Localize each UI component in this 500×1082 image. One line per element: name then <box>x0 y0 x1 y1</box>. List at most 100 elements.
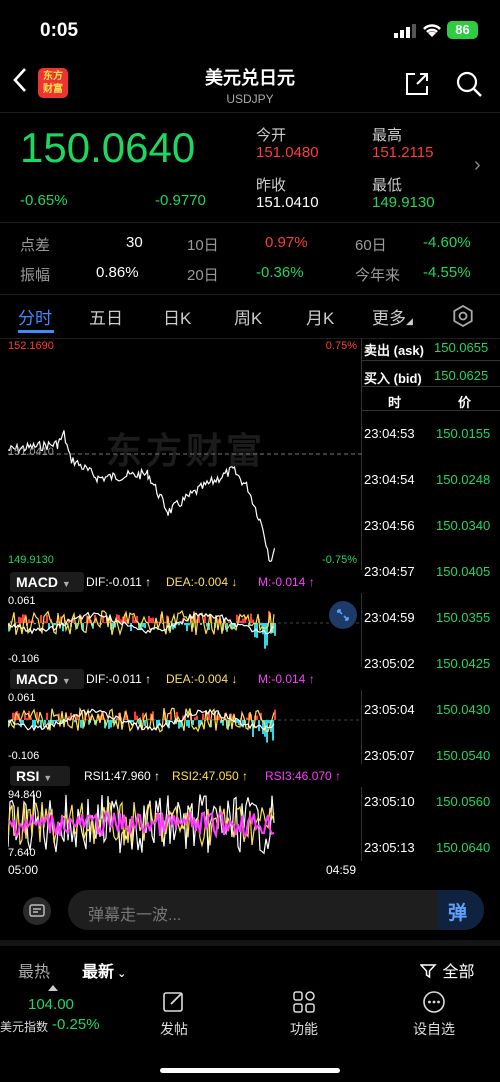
macd2-bottom: -0.106 <box>8 750 40 762</box>
spread-label: 点差 <box>20 237 51 254</box>
macd2-m: M:-0.014 ↑ <box>258 672 315 686</box>
tick-price: 150.0540 <box>436 748 491 763</box>
more-circle-icon <box>423 991 445 1013</box>
expand-arrows-icon <box>337 609 349 621</box>
price-line-svg <box>8 430 362 563</box>
spread-value: 30 <box>126 234 143 251</box>
tab-more[interactable]: 更多◢ <box>372 304 413 329</box>
wifi-icon <box>423 24 441 37</box>
caret-up-icon <box>48 985 58 991</box>
d20-value: -0.36% <box>256 264 304 281</box>
status-time: 0:05 <box>40 20 79 41</box>
divider <box>0 294 500 295</box>
back-button[interactable] <box>12 66 40 100</box>
rsi-svg <box>7 794 275 855</box>
tick-price: 150.0640 <box>436 840 491 855</box>
chart-tabs: 分时 五日 日K 周K 月K 更多◢ <box>0 296 500 338</box>
tick-time: 23:05:07 <box>364 748 415 763</box>
tab-five-day[interactable]: 五日 <box>89 304 123 329</box>
home-indicator <box>160 1068 340 1073</box>
danmu-send-button[interactable]: 弹 <box>438 890 484 930</box>
edit-icon <box>163 992 183 1012</box>
share-icon[interactable] <box>403 70 431 98</box>
divider <box>0 222 500 223</box>
app-logo: 东方 财富 <box>38 68 68 98</box>
rsi-selector[interactable]: RSI ▼ <box>10 766 70 786</box>
macd1-dif: DIF:-0.011 ↑ <box>86 575 152 589</box>
amplitude-value: 0.86% <box>96 264 139 281</box>
d10-value: 0.97% <box>265 234 308 251</box>
axis-top-right: 0.75% <box>325 340 357 352</box>
page-subtitle: USDJPY <box>226 92 274 106</box>
tab-intraday[interactable]: 分时 <box>18 304 52 329</box>
tick-time: 23:05:13 <box>364 840 415 855</box>
d60-value: -4.60% <box>423 234 471 251</box>
low-value: 149.9130 <box>372 194 435 211</box>
amplitude-label: 振幅 <box>20 267 51 284</box>
feed-tab-latest[interactable]: 最新 ⌄ <box>82 958 126 982</box>
prev-close-value: 151.0410 <box>256 194 319 211</box>
tick-time: 23:04:54 <box>364 472 415 487</box>
search-icon[interactable] <box>455 70 483 98</box>
ytd-value: -4.55% <box>423 264 471 281</box>
status-bar: 0:05 86 <box>0 0 500 58</box>
comment-placeholder: 弹幕走一波... <box>88 907 182 924</box>
time-axis-end: 04:59 <box>326 863 357 877</box>
open-label: 今开 <box>256 127 287 144</box>
tab-daily-k[interactable]: 日K <box>163 304 191 329</box>
macd1-svg <box>7 609 362 649</box>
battery-indicator: 86 <box>447 21 478 39</box>
tick-time: 23:05:10 <box>364 794 415 809</box>
tick-panel: 卖出 (ask) 150.0655 买入 (bid) 150.0625 时 价 … <box>362 338 500 870</box>
rsi-chart[interactable]: 94.840 7.640 <box>7 787 362 861</box>
macd1-bottom: -0.106 <box>8 653 40 665</box>
tick-time: 23:05:04 <box>364 702 415 717</box>
add-watchlist-button[interactable]: 设自选 <box>394 988 474 1039</box>
tick-price: 150.0355 <box>436 610 491 625</box>
ytd-label: 今年来 <box>355 267 401 284</box>
danmu-toggle-icon[interactable] <box>22 896 52 926</box>
usd-index-pct: -0.25% <box>52 1016 100 1033</box>
macd2-header: MACD ▼ DIF:-0.011 ↑ DEA:-0.004 ↓ M:-0.01… <box>8 668 362 690</box>
rsi-top: 94.840 <box>8 789 42 801</box>
macd1-selector[interactable]: MACD ▼ <box>10 572 84 592</box>
comment-input[interactable]: 弹幕走一波... 弹 <box>68 890 484 930</box>
macd1-chart[interactable]: 0.061 -0.106 <box>7 593 362 667</box>
macd2-svg <box>7 706 362 743</box>
axis-bottom-right: -0.75% <box>322 554 357 566</box>
macd2-top: 0.061 <box>8 692 36 704</box>
high-value: 151.2115 <box>372 144 434 161</box>
macd1-m: M:-0.014 ↑ <box>258 575 315 589</box>
section-divider <box>0 940 500 946</box>
tab-monthly-k[interactable]: 月K <box>306 304 334 329</box>
tick-price: 150.0405 <box>436 564 491 579</box>
macd1-dea: DEA:-0.004 ↓ <box>166 575 238 589</box>
intraday-chart[interactable]: 东方财富 152.1690 0.75% 151.0410 149.9130 -0… <box>8 338 362 570</box>
tick-time: 23:04:53 <box>364 426 415 441</box>
grid-icon <box>293 991 315 1013</box>
feed-filter-button[interactable]: 全部 <box>419 958 474 982</box>
stats-grid: 点差 30 10日 0.97% 60日 -4.60% 振幅 0.86% 20日 … <box>0 226 500 290</box>
divider <box>362 360 500 361</box>
functions-button[interactable]: 功能 <box>264 988 344 1039</box>
page-title: 美元兑日元 <box>205 68 295 88</box>
expand-chevron-icon[interactable]: › <box>474 154 481 177</box>
settings-gear-icon[interactable] <box>452 305 474 327</box>
macd2-selector[interactable]: MACD ▼ <box>10 669 84 689</box>
tick-price: 150.0155 <box>436 426 491 441</box>
fullscreen-button[interactable] <box>329 601 357 629</box>
active-tab-underline <box>18 330 54 333</box>
tick-time: 23:04:57 <box>364 564 415 579</box>
tick-time: 23:04:56 <box>364 518 415 533</box>
macd2-chart[interactable]: 0.061 -0.106 <box>7 690 362 764</box>
divider <box>362 386 500 387</box>
post-button[interactable]: 发帖 <box>134 988 214 1039</box>
nav-bar: 东方 财富 美元兑日元 USDJPY <box>0 58 500 110</box>
last-price: 150.0640 <box>20 124 196 171</box>
feed-tab-hot[interactable]: 最热 <box>18 958 50 982</box>
tick-price: 150.0248 <box>436 472 491 487</box>
tab-weekly-k[interactable]: 周K <box>234 304 262 329</box>
filter-icon <box>419 964 437 979</box>
d20-label: 20日 <box>187 267 219 284</box>
high-label: 最高 <box>372 127 403 144</box>
